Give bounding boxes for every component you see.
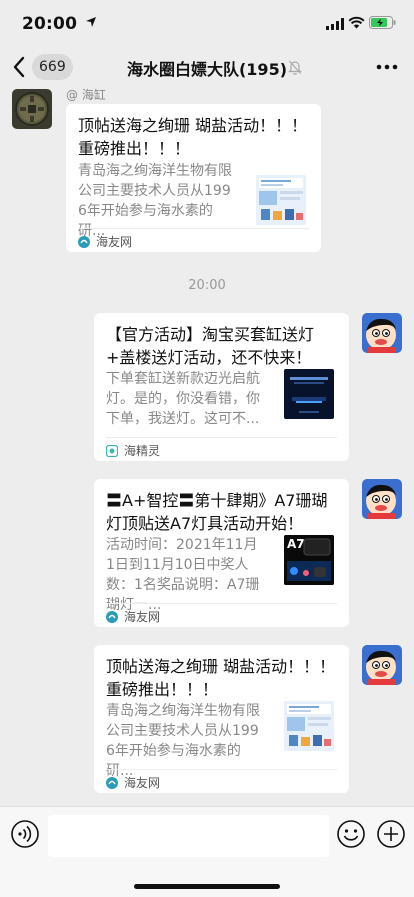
input-bar [0,806,414,897]
link-card[interactable]: 〓A+智控〓第十肆期》A7珊瑚灯顶贴送A7灯具活动开始！ 活动时间：2021年1… [94,479,349,627]
status-time: 20:00 [22,14,78,34]
article-thumbnail: A7 [284,535,334,585]
my-avatar[interactable] [362,479,402,519]
article-thumbnail [256,175,306,225]
chat-timestamp: 20:00 [188,278,226,293]
link-card[interactable]: 顶帖送海之绚珊 瑚盐活动！！！ 重磅推出！！！ 青岛海之绚海洋生物有限公司主要技… [94,645,349,793]
card-source: 海友网 [78,228,309,253]
chat-title: 海水圈白嫖大队(195) [126,60,288,79]
card-source: 海友网 [106,769,337,794]
more-options-icon[interactable] [376,64,398,70]
card-source: 海精灵 [106,437,337,462]
battery-charging-icon [369,16,396,29]
wifi-icon [348,16,365,29]
location-arrow-icon [86,17,96,27]
sender-name: @ 海缸 [66,88,106,102]
home-indicator [134,884,280,889]
cartoon-avatar-image [362,645,402,685]
cellular-signal-icon [326,18,344,30]
cartoon-avatar-image [362,313,402,353]
link-card[interactable]: 顶帖送海之绚珊 瑚盐活动！！！ 重磅推出！！！ 青岛海之绚海洋生物有限公司主要技… [66,104,321,252]
cartoon-avatar-image [362,479,402,519]
chat-nav-bar: 669 海水圈白嫖大队(195) [0,46,414,88]
voice-input-icon[interactable] [10,819,40,849]
thumbnail-label: A7 [287,537,305,551]
message-list[interactable]: @ 海缸 顶帖送海之绚珊 瑚盐活动！！！ 重磅推出！！！ 青岛海之绚海洋生物有限… [0,88,414,806]
card-title: 顶帖送海之绚珊 瑚盐活动！！！ 重磅推出！！！ [106,657,336,699]
source-name: 海精灵 [124,444,161,458]
article-thumbnail [284,701,334,751]
status-bar: 20:00 [0,0,414,46]
coin-avatar-image [12,89,52,129]
my-avatar[interactable] [362,313,402,353]
sender-avatar[interactable] [12,89,52,129]
my-avatar[interactable] [362,645,402,685]
card-description: 下单套缸送新款迈光启航灯。是的，你没看错，你下单，我送灯。这可不... [106,371,260,427]
mute-bell-icon [288,60,302,75]
source-logo-icon [78,236,90,248]
source-name: 海友网 [96,235,133,249]
card-title: 顶帖送海之绚珊 瑚盐活动！！！ 重磅推出！！！ [78,116,308,158]
card-title: 〓A+智控〓第十肆期》A7珊瑚灯顶贴送A7灯具活动开始！ [106,491,328,533]
message-input[interactable] [48,815,329,857]
card-source: 海友网 [106,603,337,628]
source-name: 海友网 [124,610,161,624]
source-logo-icon [106,611,118,623]
source-logo-icon [106,777,118,789]
source-logo-icon [106,445,118,457]
source-name: 海友网 [124,776,161,790]
article-thumbnail [284,369,334,419]
link-card[interactable]: 【官方活动】淘宝买套缸送灯+盖楼送灯活动，还不快来！ 下单套缸送新款迈光启航灯。… [94,313,349,461]
card-title: 【官方活动】淘宝买套缸送灯+盖楼送灯活动，还不快来！ [106,325,315,367]
emoji-icon[interactable] [336,819,366,849]
add-plus-icon[interactable] [376,819,406,849]
